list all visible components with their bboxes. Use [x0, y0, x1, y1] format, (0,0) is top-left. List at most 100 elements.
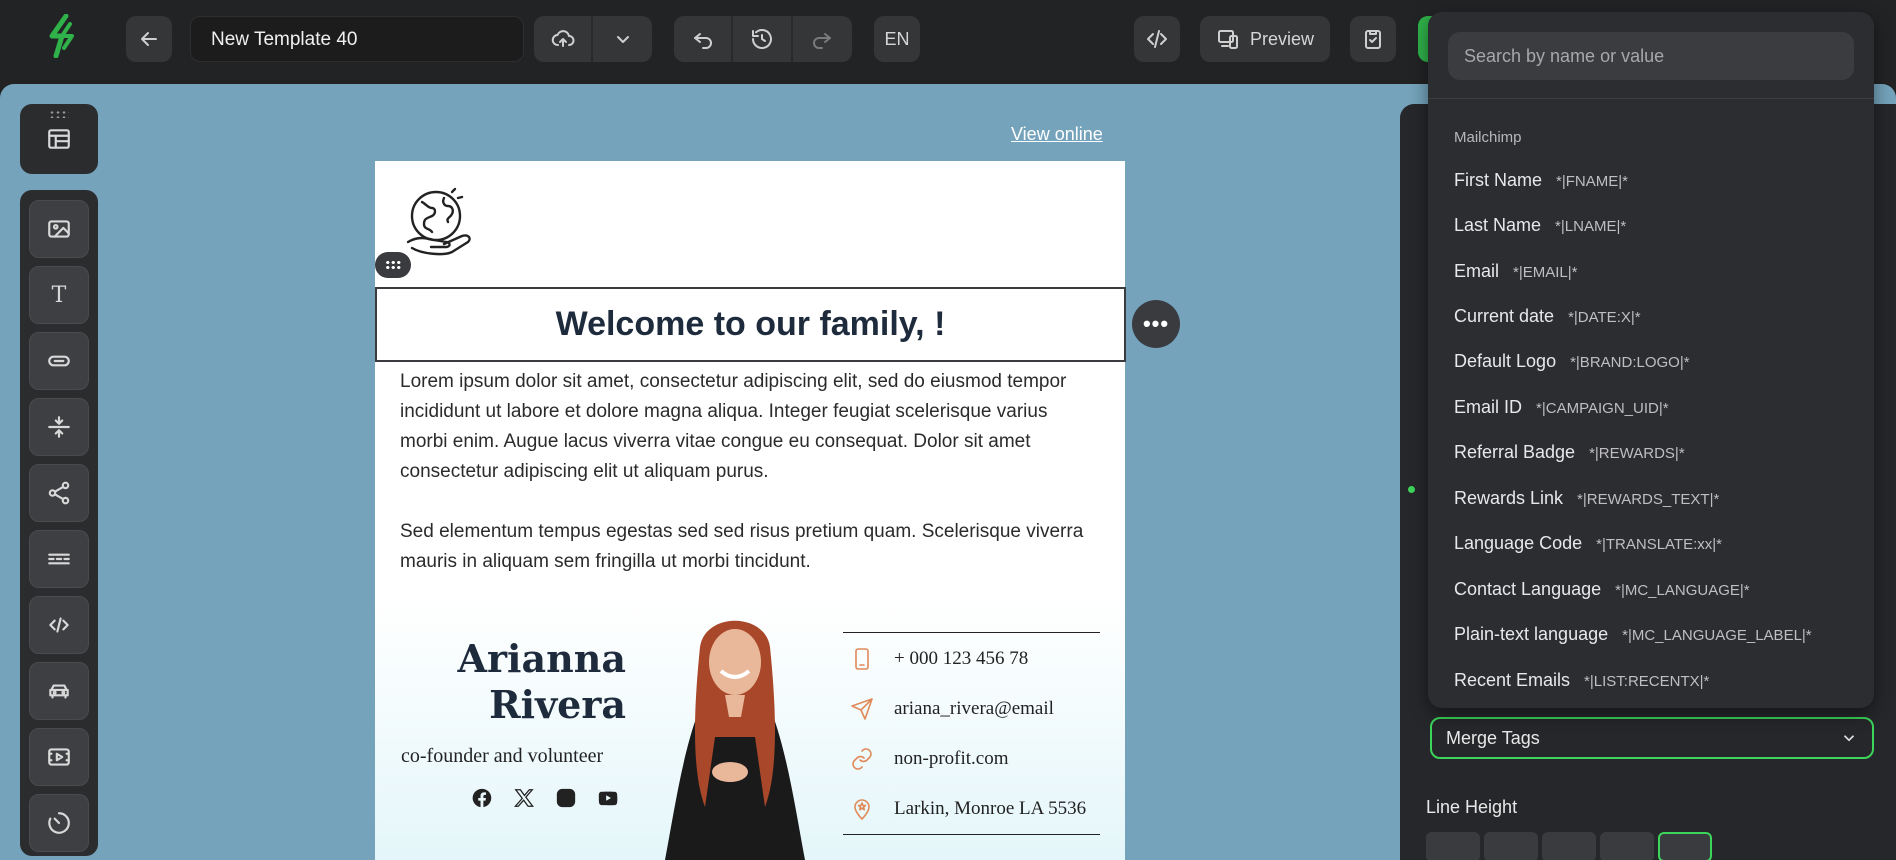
social-block-button[interactable] — [29, 464, 89, 522]
save-cloud-button[interactable] — [534, 16, 594, 62]
chevron-down-icon — [1843, 735, 1855, 742]
heading-block[interactable]: Welcome to our family, ! — [375, 287, 1126, 362]
contact-phone[interactable]: + 000 123 456 78 — [850, 647, 1028, 671]
merge-tag-name: Language Code — [1454, 533, 1583, 553]
merge-tag-item[interactable]: Last Name *|LNAME|* — [1454, 215, 1626, 236]
back-arrow-icon — [141, 32, 157, 46]
merge-tag-item[interactable]: Referral Badge *|REWARDS|* — [1454, 442, 1685, 463]
preview-button[interactable]: Preview — [1200, 16, 1330, 62]
code-view-button[interactable] — [1134, 16, 1180, 62]
merge-tag-name: Current date — [1454, 306, 1555, 326]
send-icon — [851, 698, 873, 720]
preview-label: Preview — [1249, 28, 1315, 49]
undo-icon — [693, 33, 712, 49]
merge-tags-select[interactable]: Merge Tags — [1430, 717, 1874, 759]
save-options-button[interactable] — [593, 16, 652, 62]
merge-tag-name: Referral Badge — [1454, 442, 1576, 462]
menu-icon — [49, 684, 69, 699]
merge-tag-item[interactable]: Language Code *|TRANSLATE:xx|* — [1454, 533, 1722, 554]
social-links — [470, 786, 620, 810]
grip-dots-icon — [385, 260, 401, 270]
line-height-option[interactable] — [1542, 832, 1596, 860]
merge-tag-value: *|REWARDS_TEXT|* — [1577, 491, 1720, 508]
block-drag-handle[interactable] — [375, 252, 411, 278]
merge-tag-value: *|MC_LANGUAGE_LABEL|* — [1622, 627, 1812, 644]
language-button[interactable]: EN — [874, 16, 920, 62]
test-checklist-button[interactable] — [1350, 16, 1396, 62]
signature-name[interactable]: Arianna Rivera — [366, 636, 626, 728]
video-block-button[interactable] — [29, 728, 89, 786]
button-icon — [48, 355, 70, 367]
timer-block-button[interactable] — [29, 794, 89, 852]
block-more-options-button[interactable]: ••• — [1132, 300, 1180, 348]
spacer-icon — [48, 416, 70, 438]
merge-tag-item[interactable]: Rewards Link *|REWARDS_TEXT|* — [1454, 488, 1719, 509]
instagram-icon[interactable] — [554, 786, 578, 810]
merge-tag-item[interactable]: Email *|EMAIL|* — [1454, 261, 1578, 282]
share-icon — [48, 481, 70, 505]
phone-icon — [855, 648, 869, 670]
line-height-option[interactable] — [1600, 832, 1654, 860]
merge-tags-label: Merge Tags — [1446, 727, 1540, 748]
redo-icon — [813, 33, 832, 49]
contact-email[interactable]: ariana_rivera@email — [850, 697, 1054, 721]
x-icon[interactable] — [512, 786, 536, 810]
template-name-input[interactable]: New Template 40 — [190, 16, 524, 62]
image-icon — [48, 220, 70, 238]
contact-address-text: Larkin, Monroe LA 5536 — [894, 798, 1087, 819]
merge-tag-name: Recent Emails — [1454, 670, 1571, 690]
divider-block-button[interactable] — [29, 530, 89, 588]
chevron-down-icon — [616, 36, 629, 43]
merge-tag-item[interactable]: Email ID *|CAMPAIGN_UID|* — [1454, 397, 1669, 418]
undo-button[interactable] — [674, 16, 734, 62]
merge-tag-item[interactable]: Default Logo *|BRAND:LOGO|* — [1454, 351, 1690, 372]
signature-role[interactable]: co-founder and volunteer — [401, 745, 603, 768]
line-height-option[interactable] — [1426, 832, 1480, 860]
version-history-button[interactable] — [733, 16, 793, 62]
merge-tag-name: Email ID — [1454, 397, 1523, 417]
merge-tag-item[interactable]: Plain-text language *|MC_LANGUAGE_LABEL|* — [1454, 624, 1812, 645]
merge-tag-search-input[interactable] — [1448, 32, 1854, 80]
merge-tag-name: Last Name — [1454, 215, 1542, 235]
block-tool-rail: T — [20, 190, 98, 856]
line-height-option[interactable] — [1484, 832, 1538, 860]
globe-hand-logo-icon — [406, 187, 471, 256]
merge-tag-value: *|MC_LANGUAGE|* — [1615, 582, 1750, 599]
email-paragraph-2[interactable]: Sed elementum tempus egestas sed sed ris… — [400, 517, 1100, 577]
merge-tag-item[interactable]: Contact Language *|MC_LANGUAGE|* — [1454, 579, 1750, 600]
youtube-icon[interactable] — [596, 786, 620, 810]
save-group — [534, 16, 652, 62]
merge-tag-item[interactable]: Current date *|DATE:X|* — [1454, 306, 1641, 327]
history-icon — [752, 29, 772, 49]
devices-icon — [1217, 30, 1238, 49]
contact-website[interactable]: non-profit.com — [850, 747, 1009, 771]
spacer-block-button[interactable] — [29, 398, 89, 456]
code-icon — [1147, 30, 1167, 48]
menu-block-button[interactable] — [29, 662, 89, 720]
merge-tag-item[interactable]: Recent Emails *|LIST:RECENTX|* — [1454, 670, 1709, 691]
merge-tag-item[interactable]: First Name *|FNAME|* — [1454, 170, 1628, 191]
text-block-button[interactable]: T — [29, 266, 89, 324]
contact-bottom-divider — [843, 834, 1100, 835]
email-paragraph-1[interactable]: Lorem ipsum dolor sit amet, consectetur … — [400, 367, 1100, 487]
back-button[interactable] — [126, 16, 172, 62]
merge-tag-value: *|FNAME|* — [1556, 173, 1628, 190]
dropdown-divider — [1428, 98, 1874, 99]
email-heading[interactable]: Welcome to our family, ! — [556, 305, 946, 344]
merge-tag-group-label: Mailchimp — [1454, 129, 1522, 146]
view-online-link[interactable]: View online — [1011, 124, 1103, 145]
button-block-button[interactable] — [29, 332, 89, 390]
location-pin-icon — [854, 799, 870, 820]
facebook-icon[interactable] — [470, 786, 494, 810]
layout-tool[interactable] — [20, 104, 98, 174]
html-block-button[interactable] — [29, 596, 89, 654]
image-block-button[interactable] — [29, 200, 89, 258]
merge-tag-value: *|DATE:X|* — [1568, 309, 1641, 326]
line-height-label: Line Height — [1426, 797, 1518, 817]
divider-icon — [48, 553, 70, 565]
video-icon — [48, 748, 70, 766]
redo-button[interactable] — [793, 16, 852, 62]
upload-cloud-icon — [551, 30, 574, 47]
contact-address[interactable]: Larkin, Monroe LA 5536 — [850, 797, 1086, 821]
line-height-option-custom[interactable] — [1658, 832, 1712, 860]
